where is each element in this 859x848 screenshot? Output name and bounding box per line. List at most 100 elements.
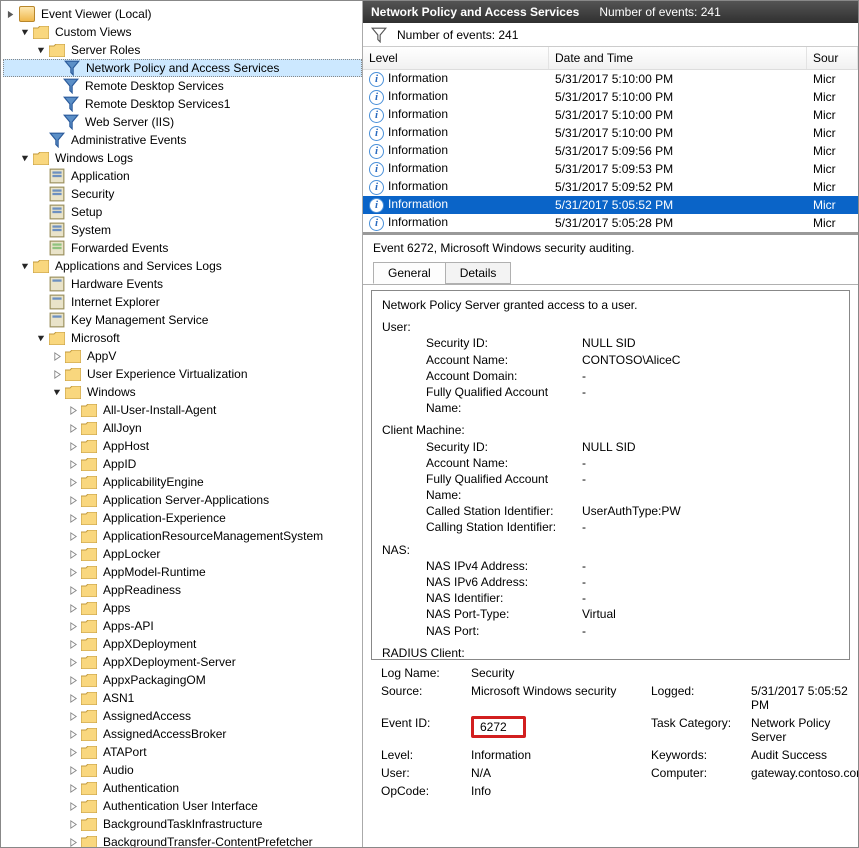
tree-folder[interactable]: AllJoyn [3,419,362,437]
expand-icon[interactable] [67,494,79,506]
collapse-icon[interactable] [19,26,31,38]
expand-icon[interactable] [51,350,63,362]
expand-icon[interactable] [67,674,79,686]
tree-folder[interactable]: AppxPackagingOM [3,671,362,689]
tree-folder[interactable]: AppXDeployment [3,635,362,653]
tree-uev[interactable]: User Experience Virtualization [3,365,362,383]
tab-general[interactable]: General [373,262,446,284]
collapse-icon[interactable] [19,260,31,272]
expand-icon[interactable] [67,512,79,524]
expand-icon[interactable] [67,566,79,578]
tree-view[interactable]: Event Viewer (Local) Custom Views Server… [1,1,363,847]
tree-folder[interactable]: AppModel-Runtime [3,563,362,581]
grid-row[interactable]: iInformation5/31/2017 5:10:00 PMMicr [363,106,858,124]
tree-kms[interactable]: Key Management Service [3,311,362,329]
events-grid[interactable]: Level Date and Time Sour iInformation5/3… [363,47,858,233]
expand-icon[interactable] [67,638,79,650]
tree-folder[interactable]: AppReadiness [3,581,362,599]
tree-folder[interactable]: All-User-Install-Agent [3,401,362,419]
tree-folder[interactable]: Authentication User Interface [3,797,362,815]
expand-icon[interactable] [5,8,17,20]
col-date[interactable]: Date and Time [549,47,807,69]
tree-windows-logs[interactable]: Windows Logs [3,149,362,167]
collapse-icon[interactable] [35,332,47,344]
tree-folder[interactable]: Application Server-Applications [3,491,362,509]
tree-rds[interactable]: Remote Desktop Services [3,77,362,95]
expand-icon[interactable] [67,548,79,560]
tree-folder[interactable]: AssignedAccess [3,707,362,725]
expand-icon[interactable] [67,836,79,847]
tree-folder[interactable]: AppID [3,455,362,473]
tree-server-roles[interactable]: Server Roles [3,41,362,59]
expand-icon[interactable] [67,458,79,470]
tree-folder[interactable]: Apps [3,599,362,617]
tree-folder[interactable]: BackgroundTransfer-ContentPrefetcher [3,833,362,847]
expand-icon[interactable] [67,620,79,632]
tree-root[interactable]: Event Viewer (Local) [3,5,362,23]
tree-folder[interactable]: Apps-API [3,617,362,635]
col-level[interactable]: Level [363,47,549,69]
expand-icon[interactable] [67,710,79,722]
grid-row[interactable]: iInformation5/31/2017 5:10:00 PMMicr [363,124,858,142]
tree-ie[interactable]: Internet Explorer [3,293,362,311]
grid-row[interactable]: iInformation5/31/2017 5:09:56 PMMicr [363,142,858,160]
tree-custom-views[interactable]: Custom Views [3,23,362,41]
tree-folder[interactable]: ASN1 [3,689,362,707]
tree-folder[interactable]: AppLocker [3,545,362,563]
tree-folder[interactable]: ApplicabilityEngine [3,473,362,491]
expand-icon[interactable] [67,800,79,812]
tree-folder[interactable]: AppHost [3,437,362,455]
tree-iis[interactable]: Web Server (IIS) [3,113,362,131]
grid-row[interactable]: iInformation5/31/2017 5:09:53 PMMicr [363,160,858,178]
tree-rds1[interactable]: Remote Desktop Services1 [3,95,362,113]
tree-folder[interactable]: Authentication [3,779,362,797]
info-icon: i [369,108,384,123]
tree-windows-folder[interactable]: Windows [3,383,362,401]
col-source[interactable]: Sour [807,47,858,69]
tree-folder[interactable]: AssignedAccessBroker [3,725,362,743]
tree-nps[interactable]: Network Policy and Access Services [3,59,362,77]
grid-row[interactable]: iInformation5/31/2017 5:10:00 PMMicr [363,88,858,106]
tree-appv[interactable]: AppV [3,347,362,365]
tree-folder[interactable]: ApplicationResourceManagementSystem [3,527,362,545]
collapse-icon[interactable] [35,44,47,56]
tree-folder[interactable]: Application-Experience [3,509,362,527]
grid-row[interactable]: iInformation5/31/2017 5:05:28 PMMicr [363,214,858,232]
tree-hardware-events[interactable]: Hardware Events [3,275,362,293]
tree-folder[interactable]: ATAPort [3,743,362,761]
expand-icon[interactable] [51,368,63,380]
tree-forwarded-log[interactable]: Forwarded Events [3,239,362,257]
expand-icon[interactable] [67,746,79,758]
expand-icon[interactable] [67,440,79,452]
expand-icon[interactable] [67,764,79,776]
expand-icon[interactable] [67,422,79,434]
expand-icon[interactable] [67,404,79,416]
tree-microsoft[interactable]: Microsoft [3,329,362,347]
expand-icon[interactable] [67,692,79,704]
tree-security-log[interactable]: Security [3,185,362,203]
expand-icon[interactable] [67,602,79,614]
expand-icon[interactable] [67,656,79,668]
tree-folder[interactable]: Audio [3,761,362,779]
expand-icon[interactable] [67,782,79,794]
expand-icon[interactable] [67,818,79,830]
collapse-icon[interactable] [51,386,63,398]
expand-icon[interactable] [67,728,79,740]
collapse-icon[interactable] [19,152,31,164]
tree-setup-log[interactable]: Setup [3,203,362,221]
tree-application-log[interactable]: Application [3,167,362,185]
grid-row[interactable]: iInformation5/31/2017 5:10:00 PMMicr [363,70,858,88]
grid-row[interactable]: iInformation5/31/2017 5:05:52 PMMicr [363,196,858,214]
event-detail-text[interactable]: Network Policy Server granted access to … [371,290,850,660]
tree-apps-services[interactable]: Applications and Services Logs [3,257,362,275]
tree-folder[interactable]: BackgroundTaskInfrastructure [3,815,362,833]
tree-system-log[interactable]: System [3,221,362,239]
grid-row[interactable]: iInformation5/31/2017 5:09:52 PMMicr [363,178,858,196]
tree-folder[interactable]: AppXDeployment-Server [3,653,362,671]
expand-icon[interactable] [67,530,79,542]
expand-icon[interactable] [67,476,79,488]
tree-admin-events[interactable]: Administrative Events [3,131,362,149]
expand-icon[interactable] [67,584,79,596]
tab-details[interactable]: Details [445,262,512,284]
grid-header[interactable]: Level Date and Time Sour [363,47,858,70]
